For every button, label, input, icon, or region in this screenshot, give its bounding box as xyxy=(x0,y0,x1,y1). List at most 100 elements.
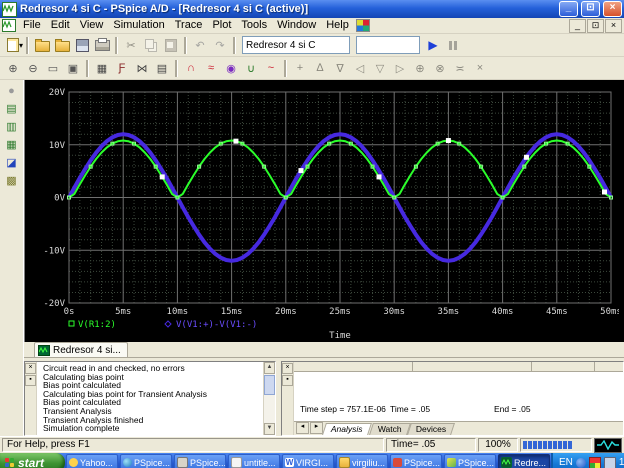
zoom-area-icon[interactable]: ▭ xyxy=(43,59,63,78)
tray-app-icon[interactable] xyxy=(589,457,601,468)
menu-simulation[interactable]: Simulation xyxy=(108,19,169,32)
menu-file[interactable]: File xyxy=(18,19,46,32)
tab-devices[interactable]: Devices xyxy=(407,423,455,435)
mark-wave-icon[interactable]: ≈ xyxy=(201,59,221,78)
task-pspice-4[interactable]: PSpice... xyxy=(444,454,496,468)
task-pspice-3[interactable]: PSpice... xyxy=(390,454,442,468)
status-close-icon[interactable]: × xyxy=(282,363,293,374)
status-pin-icon[interactable]: ▪ xyxy=(282,375,293,386)
mark-arc-icon[interactable]: ∩ xyxy=(181,59,201,78)
tab-watch[interactable]: Watch xyxy=(369,423,411,435)
start-label: start xyxy=(18,456,44,468)
menu-trace[interactable]: Trace xyxy=(170,19,208,32)
menu-tools[interactable]: Tools xyxy=(236,19,272,32)
zoom-fit-icon[interactable]: ▣ xyxy=(63,59,83,78)
volume-icon[interactable] xyxy=(604,457,616,468)
new-file-icon xyxy=(7,38,19,52)
task-untitled[interactable]: untitle... xyxy=(228,454,280,468)
task-virgiliu-folder[interactable]: virgiliu... xyxy=(336,454,388,468)
restore-button[interactable]: ⊡ xyxy=(581,1,600,17)
mark-squiggle-icon[interactable]: ~ xyxy=(261,59,281,78)
plot-tab-label: Redresor 4 si... xyxy=(53,345,121,356)
status-pane-strip: × ▪ xyxy=(282,362,294,435)
performance-analysis-icon[interactable]: ⋈ xyxy=(132,59,152,78)
zoom-in-icon[interactable]: ⊕ xyxy=(3,59,23,78)
task-yahoo[interactable]: Yahoo... xyxy=(66,454,118,468)
cursor-slope-icon[interactable]: ◁ xyxy=(350,59,370,78)
language-indicator[interactable]: EN xyxy=(559,457,573,468)
run-simulation-button[interactable]: ▶ xyxy=(423,36,443,55)
scroll-thumb[interactable] xyxy=(264,375,275,395)
menu-help[interactable]: Help xyxy=(321,19,354,32)
scroll-up-icon[interactable]: ▲ xyxy=(264,362,275,374)
toolbar-separator xyxy=(184,37,187,54)
menu-window[interactable]: Window xyxy=(272,19,321,32)
print-button[interactable] xyxy=(92,36,112,55)
simulation-status-window: × ▪ Time xyxy=(281,361,624,436)
zoom-out-icon[interactable]: ⊖ xyxy=(23,59,43,78)
mdi-restore-button[interactable]: ⊡ xyxy=(587,19,604,33)
save-button[interactable] xyxy=(72,36,92,55)
cursor-next-icon[interactable]: ≍ xyxy=(450,59,470,78)
simulation-queue-icon[interactable]: ● xyxy=(3,83,20,99)
cursor-max-icon[interactable]: ▷ xyxy=(390,59,410,78)
log-x-axis-icon[interactable]: ▦ xyxy=(92,59,112,78)
menu-view[interactable]: View xyxy=(75,19,109,32)
view-circuit-icon[interactable]: ▤ xyxy=(3,101,20,117)
output-close-icon[interactable]: × xyxy=(25,363,36,374)
minimize-button[interactable]: _ xyxy=(559,1,578,17)
cursor-toggle-icon[interactable]: + xyxy=(290,59,310,78)
close-button[interactable]: × xyxy=(603,1,622,17)
secondary-combo-input[interactable] xyxy=(357,40,419,51)
undo-button[interactable]: ↶ xyxy=(190,36,210,55)
pause-simulation-button[interactable] xyxy=(443,36,463,55)
task-pspice-2[interactable]: PSpice... xyxy=(174,454,226,468)
menu-plot[interactable]: Plot xyxy=(207,19,236,32)
view-netlist-icon[interactable]: ▦ xyxy=(3,137,20,153)
window-manager-icon[interactable] xyxy=(356,19,370,32)
cut-button[interactable]: ✂ xyxy=(121,36,141,55)
append-file-button[interactable] xyxy=(52,36,72,55)
task-redresor-active[interactable]: Redre... xyxy=(498,454,550,468)
cursor-min-icon[interactable]: ▽ xyxy=(370,59,390,78)
scroll-down-icon[interactable]: ▼ xyxy=(264,423,275,435)
secondary-combo[interactable] xyxy=(356,36,420,54)
view-simulation-output-icon[interactable]: ▥ xyxy=(3,119,20,135)
output-scrollbar[interactable]: ▲ ▼ xyxy=(263,362,275,435)
client-area: ●▤▥▦◪▩ 20V10V0V-10V-20V0s5ms10ms15ms20ms… xyxy=(0,80,624,436)
menu-edit[interactable]: Edit xyxy=(46,19,75,32)
cursor-point-icon[interactable]: ⊕ xyxy=(410,59,430,78)
status-header-cell xyxy=(294,362,413,371)
fourier-icon[interactable]: Ƒ xyxy=(112,59,132,78)
tab-scroll-left-icon[interactable]: ◂ xyxy=(296,422,309,434)
mdi-minimize-button[interactable]: _ xyxy=(569,19,586,33)
mark-union-icon[interactable]: ∪ xyxy=(241,59,261,78)
cursor-trough-icon[interactable]: ∇ xyxy=(330,59,350,78)
cursor-peak-icon[interactable]: ∆ xyxy=(310,59,330,78)
paste-button[interactable] xyxy=(161,36,181,55)
open-file-button[interactable] xyxy=(32,36,52,55)
plot-tab-redresor[interactable]: Redresor 4 si... xyxy=(34,342,128,357)
task-pspice-1[interactable]: PSpice... xyxy=(120,454,172,468)
output-file-icon[interactable]: ◪ xyxy=(3,155,20,171)
simulation-profile-input[interactable] xyxy=(243,40,349,51)
redo-button[interactable]: ↷ xyxy=(210,36,230,55)
mdi-close-button[interactable]: × xyxy=(605,19,622,33)
text-label-icon[interactable]: ▤ xyxy=(152,59,172,78)
svg-text:-20V: -20V xyxy=(43,299,65,309)
simulation-settings-icon[interactable]: ▩ xyxy=(3,173,20,189)
mark-label-icon[interactable]: × xyxy=(470,59,490,78)
simulation-profile-combo[interactable] xyxy=(242,36,350,54)
child-window-icon[interactable] xyxy=(2,19,16,32)
copy-button[interactable] xyxy=(141,36,161,55)
new-file-caret-icon[interactable]: ▾ xyxy=(19,41,23,50)
start-button[interactable]: start xyxy=(0,453,65,468)
task-virgi-doc[interactable]: WVIRGI... xyxy=(282,454,334,468)
status-bar: For Help, press F1 Time= .05 100% xyxy=(0,436,624,453)
tab-analysis[interactable]: Analysis xyxy=(322,423,372,435)
cursor-search-icon[interactable]: ⊗ xyxy=(430,59,450,78)
tab-scroll-right-icon[interactable]: ▸ xyxy=(310,422,323,434)
output-pin-icon[interactable]: ▪ xyxy=(25,375,36,386)
mark-points-icon[interactable]: ◉ xyxy=(221,59,241,78)
language-bar-icon[interactable] xyxy=(576,458,586,468)
